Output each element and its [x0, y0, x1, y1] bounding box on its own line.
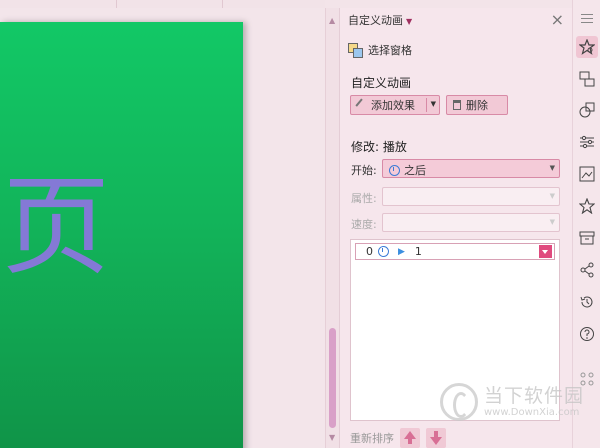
- delete-button[interactable]: 删除: [446, 95, 508, 115]
- clock-icon: [389, 164, 400, 176]
- add-effect-button[interactable]: 添加效果 ▼: [350, 95, 440, 115]
- selection-pane-icon: [348, 43, 363, 58]
- play-icon: ▶: [398, 246, 405, 257]
- canvas-scrollbar[interactable]: ▲ ▼: [325, 8, 339, 448]
- pencil-icon: [355, 98, 370, 112]
- history-icon[interactable]: [579, 294, 595, 310]
- scroll-down-icon[interactable]: ▼: [329, 433, 335, 442]
- move-down-button[interactable]: [426, 428, 446, 448]
- property-label: 属性:: [351, 192, 377, 205]
- chevron-down-icon[interactable]: ▼: [431, 100, 436, 108]
- selection-pane-label: 选择窗格: [368, 44, 412, 57]
- list-item[interactable]: 0 ▶ 1: [355, 243, 555, 260]
- start-select[interactable]: 之后 ▼: [382, 159, 560, 178]
- slide-text[interactable]: 页: [2, 174, 110, 282]
- toolbar-divider: [222, 0, 223, 8]
- help-icon[interactable]: [579, 326, 595, 342]
- add-effect-label: 添加效果: [371, 99, 415, 112]
- save-image-icon[interactable]: [579, 166, 595, 182]
- section-title: 自定义动画: [351, 76, 412, 90]
- close-icon[interactable]: ×: [551, 10, 564, 29]
- animation-name: 1: [414, 245, 422, 258]
- speed-label: 速度:: [351, 218, 377, 231]
- archive-icon[interactable]: [579, 230, 595, 246]
- chevron-down-icon[interactable]: ▼: [550, 164, 555, 172]
- chevron-down-icon: ▼: [549, 218, 555, 226]
- side-icon-rail: [572, 0, 600, 448]
- delete-label: 删除: [466, 99, 488, 112]
- chevron-down-icon: ▼: [549, 192, 555, 200]
- star-icon[interactable]: [579, 198, 595, 214]
- slide-canvas[interactable]: 页: [0, 8, 325, 448]
- reorder-label: 重新排序: [350, 432, 394, 445]
- toolbar-divider: [116, 0, 117, 8]
- custom-animation-pane: 自定义动画 ▼ × 选择窗格 自定义动画 添加效果 ▼ 删除 修改: 播放 开始:…: [339, 8, 572, 448]
- scrollbar-thumb[interactable]: [329, 328, 336, 428]
- watermark-en: www.DownXia.com: [484, 406, 580, 418]
- start-label: 开始:: [351, 164, 377, 177]
- animation-index: 0: [366, 245, 373, 258]
- slide-switch-icon[interactable]: [579, 71, 595, 87]
- item-dropdown-button[interactable]: [539, 245, 552, 258]
- modify-label: 修改: 播放: [351, 140, 407, 154]
- scroll-up-icon[interactable]: ▲: [329, 16, 335, 25]
- property-select: ▼: [382, 187, 560, 206]
- menu-icon[interactable]: [581, 14, 593, 26]
- slide[interactable]: 页: [0, 22, 243, 448]
- caret-down-icon: ▼: [406, 17, 413, 26]
- share-icon[interactable]: [579, 262, 595, 278]
- watermark-logo-icon: [440, 383, 478, 421]
- pane-title-dropdown[interactable]: 自定义动画 ▼: [348, 12, 412, 28]
- clock-icon: [378, 246, 389, 257]
- watermark: 当下软件园 www.DownXia.com: [440, 383, 584, 421]
- arrow-down-icon: [430, 437, 442, 445]
- trash-icon: [453, 100, 461, 110]
- move-up-button[interactable]: [400, 428, 420, 448]
- reorder-row: 重新排序: [350, 428, 446, 448]
- pane-title: 自定义动画: [348, 14, 403, 27]
- speed-select: ▼: [382, 213, 560, 232]
- settings-sliders-icon[interactable]: [579, 134, 595, 150]
- watermark-cn: 当下软件园: [484, 385, 585, 408]
- shapes-icon[interactable]: [579, 102, 595, 118]
- start-value: 之后: [404, 164, 426, 177]
- selection-pane-button[interactable]: 选择窗格: [348, 42, 412, 58]
- animation-icon[interactable]: [579, 39, 595, 55]
